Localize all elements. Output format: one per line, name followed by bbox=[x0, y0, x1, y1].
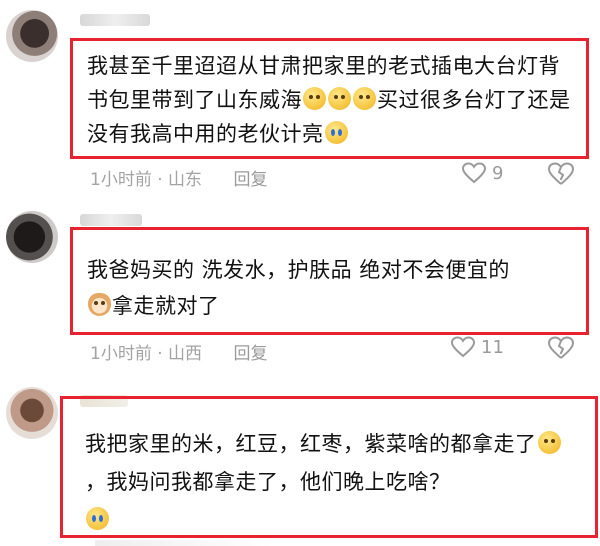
smile-emoji-icon bbox=[353, 87, 376, 110]
avatar[interactable] bbox=[6, 211, 58, 263]
avatar[interactable] bbox=[6, 10, 58, 62]
dislike-button[interactable] bbox=[547, 336, 575, 362]
crying-emoji-icon bbox=[86, 507, 109, 530]
reply-button[interactable]: 回复 bbox=[233, 170, 267, 190]
comment-location: 山西 bbox=[168, 344, 203, 364]
comment-time: 1小时前 bbox=[90, 170, 152, 190]
dizzy-emoji-icon bbox=[537, 431, 561, 454]
broken-heart-icon bbox=[547, 336, 575, 359]
broken-heart-icon bbox=[547, 162, 575, 185]
comment-location: 山东 bbox=[168, 170, 203, 190]
dog-emoji-icon bbox=[88, 293, 111, 316]
username-blurred[interactable] bbox=[80, 214, 142, 226]
comment-text-part: 我爸妈买的 洗发水，护肤品 绝对不会便宜的 bbox=[87, 258, 510, 282]
highlighted-comment-text: 我爸妈买的 洗发水，护肤品 绝对不会便宜的拿走就对了 bbox=[70, 227, 589, 335]
comment-text-part: 拿走就对了 bbox=[112, 294, 220, 318]
highlighted-comment-text: 我甚至千里迢迢从甘肃把家里的老式插电大台灯背书包里带到了山东威海 买过很多台灯了还… bbox=[70, 38, 589, 159]
comment-text-part: 我把家里的米，红豆，红枣，紫菜啥的都拿走了 bbox=[85, 432, 537, 456]
heart-outline-icon bbox=[451, 336, 475, 358]
meta-separator: · bbox=[157, 170, 163, 190]
comment-meta: 1小时前 · 山西 回复 bbox=[90, 339, 267, 364]
reply-button[interactable]: 回复 bbox=[233, 344, 267, 364]
like-count: 9 bbox=[492, 162, 504, 184]
like-button[interactable]: 9 bbox=[462, 162, 503, 184]
smile-emoji-icon bbox=[328, 87, 351, 110]
comment-text-part: ，我妈问我都拿走了，他们晚上吃啥？ bbox=[85, 470, 451, 494]
highlighted-comment-text: 我把家里的米，红豆，红枣，紫菜啥的都拿走了 ，我妈问我都拿走了，他们晚上吃啥？ bbox=[60, 396, 598, 538]
partial-next-comment bbox=[95, 540, 275, 546]
comment-meta: 1小时前 · 山东 回复 bbox=[90, 165, 267, 190]
dislike-button[interactable] bbox=[547, 162, 575, 188]
like-button[interactable]: 11 bbox=[451, 336, 504, 358]
meta-separator: · bbox=[157, 344, 163, 364]
crying-emoji-icon bbox=[324, 121, 348, 144]
smile-emoji-icon bbox=[303, 87, 326, 110]
comment-time: 1小时前 bbox=[90, 344, 152, 364]
heart-outline-icon bbox=[462, 162, 486, 184]
avatar[interactable] bbox=[6, 387, 58, 439]
username-blurred[interactable] bbox=[80, 14, 150, 26]
like-count: 11 bbox=[481, 336, 504, 358]
